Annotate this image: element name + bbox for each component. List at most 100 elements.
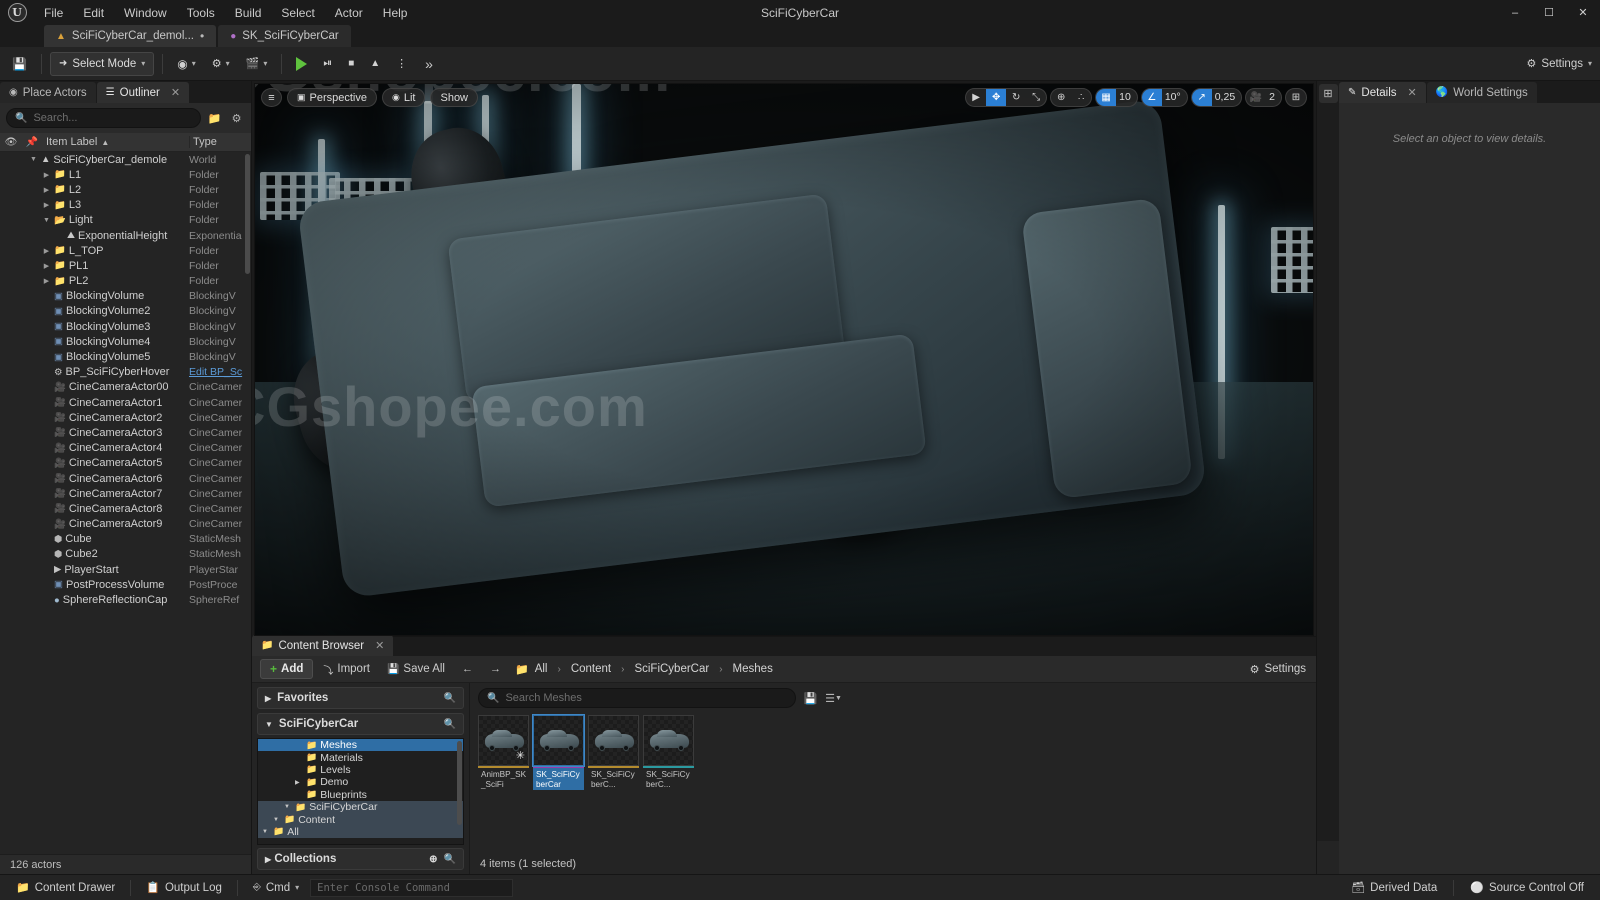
chevron-right-icon[interactable]: ▶ [42,247,51,255]
outliner-row[interactable]: ·▣PostProcessVolumePostProce [0,577,251,592]
console-command-input[interactable] [310,878,514,897]
settings-label[interactable]: Settings [1541,58,1583,70]
outliner-row[interactable]: ▶ 📁 L_TOP Folder [0,243,251,258]
scale-snap-value[interactable]: 0,25 [1212,89,1241,106]
chevron-down-icon[interactable]: ▼ [273,817,281,823]
menu-item-select[interactable]: Select [271,2,324,24]
derived-data-button[interactable]: 🗃 Derived Data [1343,878,1445,898]
folder-tree-row[interactable]: ▶ 📁 Demo [258,776,463,788]
close-icon[interactable]: ✕ [171,86,180,99]
menu-item-tools[interactable]: Tools [177,2,225,24]
tab-content-browser[interactable]: 📁 Content Browser ✕ [252,635,394,656]
scale-icon[interactable]: ↗ [1191,89,1212,106]
chevron-right-icon[interactable]: ▶ [42,277,51,285]
folder-tree-row[interactable]: ▶📁Blueprints [258,789,463,801]
chevron-down-icon[interactable]: ▼ [262,829,270,835]
outliner-row[interactable]: ·▣BlockingVolume4BlockingV [0,334,251,349]
stop-button[interactable]: ■ [342,51,360,77]
chevron-right-icon[interactable]: ▶ [295,779,303,786]
menu-item-edit[interactable]: Edit [73,2,114,24]
asset-tile[interactable]: SK_SciFiCyberC... [643,715,694,790]
outliner-row[interactable]: ·🎥CineCameraActor2CineCamer [0,410,251,425]
add-collection-icon[interactable]: ⊕ [429,854,437,865]
content-browser-settings-button[interactable]: ⚙ Settings [1250,663,1306,676]
breadcrumb-meshes[interactable]: Meshes [729,661,777,677]
blueprints-button[interactable]: ⚙ ▾ [206,51,236,77]
chevron-down-icon[interactable]: ▼ [42,217,51,224]
type-column[interactable]: Type [189,136,251,148]
folder-tree-row[interactable]: ▶📁Meshes [258,739,463,752]
folder-tree-row[interactable]: ▼ 📁 SciFiCyberCar [258,800,463,814]
perspective-dropdown[interactable]: ▣ Perspective [287,88,377,107]
breadcrumb-content[interactable]: Content [567,661,615,677]
outliner-row[interactable]: ▶ 📁 L3 Folder [0,198,251,213]
search-icon[interactable]: 🔍 [444,719,456,730]
outliner-row[interactable]: ▼ 📂 Light Folder [0,213,251,228]
cmd-dropdown[interactable]: ⎆ Cmd ▾ [245,878,307,898]
folder-tree-row[interactable]: ▶📁Materials [258,751,463,764]
cinematics-button[interactable]: 🎬 ▾ [240,51,274,77]
breadcrumb-scificybercar[interactable]: SciFiCyberCar [630,661,713,677]
layout-icon[interactable]: ⊞ [1286,89,1306,106]
chevron-right-icon[interactable]: ▶ [42,201,51,209]
save-button[interactable]: 💾 [6,51,33,77]
chevron-down-icon[interactable]: ▼ [284,804,292,810]
minimize-button[interactable]: – [1498,0,1532,25]
breadcrumb-all[interactable]: All [531,661,552,677]
angle-icon[interactable]: ∠ [1141,89,1162,106]
outliner-item-type[interactable]: Edit BP_Sc [189,366,251,378]
favorites-section[interactable]: ▶ Favorites 🔍 [257,687,464,709]
pin-column-icon[interactable]: 📌 [22,137,42,148]
import-button[interactable]: ⤵ Import [316,659,377,679]
camera-speed-value[interactable]: 2 [1266,89,1281,106]
outliner-row[interactable]: ▶ 📁 PL2 Folder [0,274,251,289]
chevron-right-icon[interactable]: ▶ [42,171,51,179]
menu-item-build[interactable]: Build [225,2,272,24]
folder-tree-row[interactable]: ▼ 📁 All [258,825,463,839]
close-icon[interactable]: ✕ [375,639,384,652]
new-folder-button[interactable]: 📁 [206,110,223,127]
tab-world-settings[interactable]: 🌎 World Settings [1426,82,1537,103]
tab-outliner[interactable]: ☰ Outliner ✕ [96,82,190,103]
tab-sk-scificybercar[interactable]: ● SK_SciFiCyberCar [218,25,351,47]
search-input[interactable] [33,112,192,124]
world-space-icon[interactable]: ⊕ [1051,89,1071,106]
outliner-row[interactable]: ·⛰ExponentialHeightExponentia [0,228,251,243]
outliner-row[interactable]: ·🎥CineCameraActor8CineCamer [0,501,251,516]
surface-snap-icon[interactable]: ∴ [1071,89,1091,106]
menu-item-file[interactable]: File [34,2,73,24]
asset-tile[interactable]: SK_SciFiCyberCar [533,715,584,790]
visibility-column-icon[interactable]: 👁 [0,137,22,148]
move-tool-button[interactable]: ✥ [986,89,1007,106]
unreal-logo[interactable]: U [0,0,34,25]
tab-place-actors[interactable]: ◉ Place Actors [0,82,96,103]
outliner-row[interactable]: ·🎥CineCameraActor4CineCamer [0,441,251,456]
outliner-row[interactable]: ·🎥CineCameraActor9CineCamer [0,517,251,532]
outliner-row[interactable]: ·🎥CineCameraActor7CineCamer [0,486,251,501]
search-icon[interactable]: 🔍 [444,693,456,704]
item-label-column[interactable]: Item Label ▲ [42,136,189,148]
output-log-button[interactable]: 📋 Output Log [138,878,230,898]
folder-tree-row[interactable]: ▶📁Levels [258,764,463,776]
select-mode-dropdown[interactable]: ➜ Select Mode ▾ [49,51,155,76]
grid-icon[interactable]: ▦ [1096,89,1117,106]
maximize-button[interactable]: ☐ [1532,0,1566,25]
chevron-right-icon[interactable]: ▶ [42,186,51,194]
outliner-row[interactable]: ·▣BlockingVolume5BlockingV [0,349,251,364]
view-mode-dropdown[interactable]: ◉ Lit [382,88,426,107]
outliner-row[interactable]: ·⚙BP_SciFiCyberHoverEdit BP_Sc [0,365,251,380]
asset-search-box[interactable]: 🔍 [478,688,796,708]
level-viewport[interactable]: CGshopee.com CGshopee.com CGshopee.com ≡… [254,83,1314,636]
show-dropdown[interactable]: Show [430,88,479,107]
outliner-row[interactable]: ·🎥CineCameraActor00CineCamer [0,380,251,395]
close-icon[interactable]: ✕ [1408,86,1417,99]
eject-button[interactable]: ▲ [364,51,386,77]
console-input[interactable] [317,881,507,894]
outliner-row[interactable]: ▼ ▲ SciFiCyberCar_demole World [0,152,251,167]
filter-button[interactable]: ☰ ▼ [825,690,842,707]
menu-item-window[interactable]: Window [114,2,177,24]
outliner-tree[interactable]: ▼ ▲ SciFiCyberCar_demole World ▶ 📁 L1 Folder ▶ 📁 L… [0,152,251,854]
asset-tile[interactable]: SK_SciFiCyberC... [588,715,639,790]
source-control-button[interactable]: ⚪ Source Control Off [1462,878,1592,898]
asset-search-input[interactable] [505,692,787,704]
